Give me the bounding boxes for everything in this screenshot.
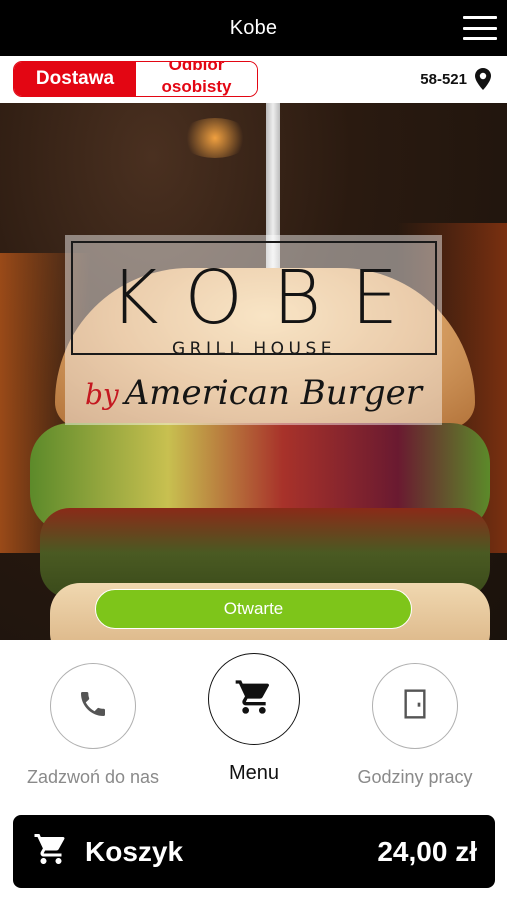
postcode-label: 58-521: [420, 70, 467, 88]
door-icon: [401, 688, 429, 725]
call-us-button[interactable]: [50, 663, 136, 749]
logo-script-prefix: by: [84, 378, 119, 411]
open-status-badge: Otwarte: [95, 589, 412, 629]
logo-script-text: American Burger: [124, 373, 423, 413]
order-mode-toggle: Dostawa Odbiór osobisty: [13, 61, 258, 97]
menu-button[interactable]: [208, 653, 300, 745]
logo-tagline: GRILL HOUSE: [155, 339, 353, 359]
app-title: Kobe: [229, 16, 278, 39]
cart-icon: [234, 677, 274, 722]
logo-script: by American Burger: [65, 373, 442, 413]
menu-action[interactable]: Menu: [169, 650, 339, 785]
hero-banner: KOBE GRILL HOUSE by American Burger: [0, 103, 507, 640]
quick-actions: Zadzwoń do nas Menu Godziny pracy: [0, 650, 507, 800]
phone-icon: [77, 688, 109, 725]
restaurant-logo: KOBE GRILL HOUSE by American Burger: [65, 235, 442, 425]
call-us-action[interactable]: Zadzwoń do nas: [8, 650, 178, 788]
map-pin-icon: [475, 68, 491, 90]
cart-label: Koszyk: [85, 835, 184, 867]
location-selector[interactable]: 58-521: [420, 66, 491, 92]
pickup-option-label: Odbiór osobisty: [161, 62, 232, 96]
hero-background-light: [180, 118, 250, 158]
logo-name: KOBE: [110, 255, 428, 341]
cart-icon: [33, 831, 69, 872]
hamburger-menu-icon[interactable]: [463, 16, 497, 40]
opening-hours-action[interactable]: Godziny pracy: [330, 650, 500, 788]
pickup-option[interactable]: Odbiór osobisty: [136, 62, 257, 96]
cart-total: 24,00 zł: [377, 835, 477, 867]
delivery-option[interactable]: Dostawa: [14, 62, 136, 96]
order-mode-bar: Dostawa Odbiór osobisty 58-521: [0, 56, 507, 103]
cart-bar[interactable]: Koszyk 24,00 zł: [13, 815, 495, 888]
logo-frame: KOBE: [71, 241, 437, 355]
top-app-bar: Kobe: [0, 0, 507, 56]
opening-hours-button[interactable]: [372, 663, 458, 749]
menu-label: Menu: [228, 762, 280, 784]
opening-hours-label: Godziny pracy: [357, 767, 473, 787]
call-us-label: Zadzwoń do nas: [26, 767, 160, 787]
